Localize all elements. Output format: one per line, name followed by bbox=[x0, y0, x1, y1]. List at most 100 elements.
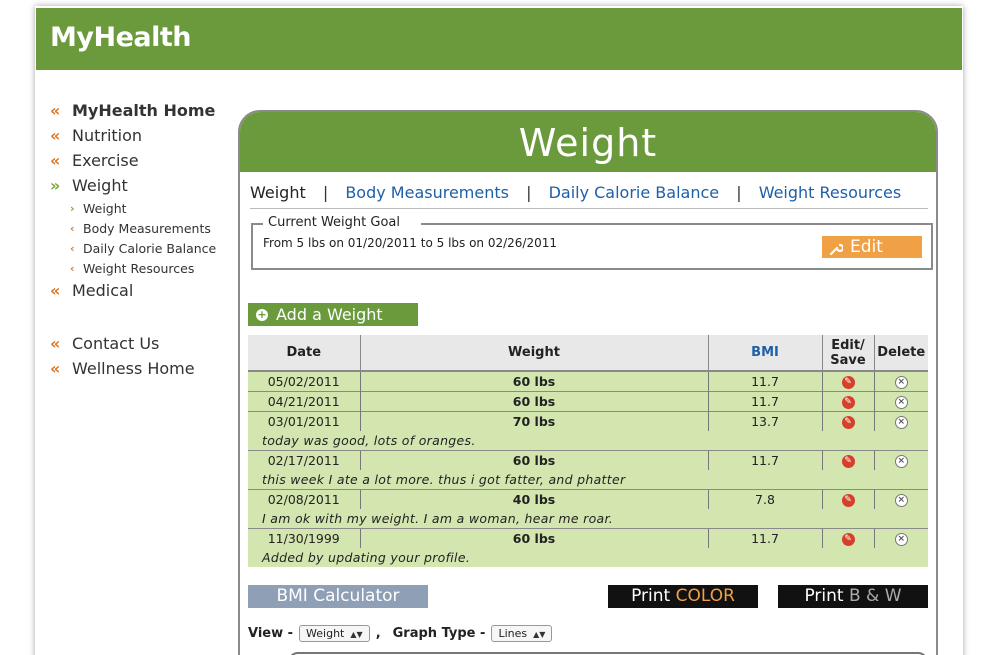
cell-bmi: 11.7 bbox=[707, 370, 822, 391]
table-header-row: Date Weight BMI Edit/Save Delete bbox=[248, 335, 928, 372]
column-header-edit-save: Edit/Save bbox=[821, 335, 874, 372]
edit-wrench-icon[interactable]: ✎ bbox=[841, 454, 855, 468]
sidebar-subitem-label: Body Measurements bbox=[83, 220, 211, 236]
view-label: View - bbox=[248, 626, 294, 641]
cell-bmi: 11.7 bbox=[707, 527, 822, 548]
cell-edit: ✎ bbox=[821, 449, 874, 470]
view-select-value: Weight bbox=[306, 627, 345, 640]
print-color-button[interactable]: Print COLOR bbox=[608, 585, 758, 608]
chevron-left-icon: ‹ bbox=[70, 261, 75, 275]
cell-bmi: 11.7 bbox=[707, 449, 822, 470]
delete-x-icon[interactable]: × bbox=[894, 375, 908, 389]
tab-separator: | bbox=[526, 183, 532, 202]
chevron-left-icon: « bbox=[50, 126, 60, 145]
cell-delete: × bbox=[873, 527, 928, 548]
cell-edit: ✎ bbox=[821, 370, 874, 391]
sidebar-subitem-label: Weight bbox=[83, 200, 127, 216]
tab-weight-resources[interactable]: Weight Resources bbox=[759, 183, 902, 202]
sidebar-subitem-weight-resources[interactable]: ‹ Weight Resources bbox=[50, 258, 230, 278]
goal-legend: Current Weight Goal bbox=[265, 215, 403, 230]
sidebar-item-contact-us[interactable]: « Contact Us bbox=[50, 331, 230, 356]
graph-type-select[interactable]: Lines ▲▼ bbox=[491, 625, 553, 642]
edit-wrench-icon[interactable]: ✎ bbox=[841, 493, 855, 507]
print-bw-button[interactable]: Print B & W bbox=[778, 585, 928, 608]
sidebar-item-label: Contact Us bbox=[72, 334, 160, 353]
sidebar-item-myhealth-home[interactable]: « MyHealth Home bbox=[50, 98, 230, 123]
add-weight-label: Add a Weight bbox=[276, 305, 383, 324]
sidebar-subitem-body-measurements[interactable]: ‹ Body Measurements bbox=[50, 218, 230, 238]
goal-border bbox=[421, 223, 933, 225]
sidebar-item-label: Weight bbox=[72, 176, 128, 195]
column-header-date: Date bbox=[248, 335, 360, 372]
cell-delete: × bbox=[873, 390, 928, 411]
edit-wrench-icon[interactable]: ✎ bbox=[841, 532, 855, 546]
sidebar-item-label: Medical bbox=[72, 281, 134, 300]
weight-panel: Weight Weight | Body Measurements | Dail… bbox=[238, 110, 938, 655]
sidebar-item-nutrition[interactable]: « Nutrition bbox=[50, 123, 230, 148]
cell-delete: × bbox=[873, 449, 928, 470]
chevron-left-icon: « bbox=[50, 101, 60, 120]
cell-weight: 60 lbs bbox=[359, 370, 708, 391]
chevron-left-icon: ‹ bbox=[70, 241, 75, 255]
site-logo[interactable]: MyHealth bbox=[50, 22, 191, 53]
sidebar-subitem-weight[interactable]: › Weight bbox=[50, 198, 230, 218]
cell-note: today was good, lots of oranges. bbox=[248, 431, 928, 450]
tab-separator: | bbox=[736, 183, 742, 202]
view-select[interactable]: Weight ▲▼ bbox=[299, 625, 370, 642]
column-header-save-line: Save bbox=[830, 352, 866, 368]
table-row: 03/01/2011 70 lbs 13.7 ✎ × bbox=[248, 410, 928, 431]
sidebar-subitem-label: Weight Resources bbox=[83, 260, 195, 276]
delete-x-icon[interactable]: × bbox=[894, 532, 908, 546]
delete-x-icon[interactable]: × bbox=[894, 493, 908, 507]
print-color-accent: COLOR bbox=[675, 586, 735, 606]
delete-x-icon[interactable]: × bbox=[894, 454, 908, 468]
wrench-icon bbox=[829, 240, 845, 262]
table-row: 02/17/2011 60 lbs 11.7 ✎ × bbox=[248, 449, 928, 470]
weight-table: Date Weight BMI Edit/Save Delete 05/02/2… bbox=[248, 335, 928, 567]
cell-note: Added by updating your profile. bbox=[248, 548, 928, 567]
print-bw-accent: B & W bbox=[848, 586, 902, 606]
delete-x-icon[interactable]: × bbox=[894, 395, 908, 409]
tab-daily-calorie-balance[interactable]: Daily Calorie Balance bbox=[549, 183, 720, 202]
edit-goal-label: Edit bbox=[850, 237, 883, 257]
bmi-calculator-button[interactable]: BMI Calculator bbox=[248, 585, 428, 608]
cell-weight: 40 lbs bbox=[359, 488, 708, 509]
sidebar-item-exercise[interactable]: « Exercise bbox=[50, 148, 230, 173]
cell-edit: ✎ bbox=[821, 527, 874, 548]
sidebar-item-weight[interactable]: » Weight bbox=[50, 173, 230, 198]
tab-body-measurements[interactable]: Body Measurements bbox=[345, 183, 509, 202]
column-header-bmi[interactable]: BMI bbox=[707, 335, 822, 372]
edit-wrench-icon[interactable]: ✎ bbox=[841, 375, 855, 389]
delete-x-icon[interactable]: × bbox=[894, 415, 908, 429]
sidebar-item-label: Nutrition bbox=[72, 126, 143, 145]
table-note-row: I am ok with my weight. I am a woman, he… bbox=[248, 509, 928, 528]
edit-wrench-icon[interactable]: ✎ bbox=[841, 395, 855, 409]
edit-wrench-icon[interactable]: ✎ bbox=[841, 415, 855, 429]
sidebar-item-medical[interactable]: « Medical bbox=[50, 278, 230, 303]
cell-note: I am ok with my weight. I am a woman, he… bbox=[248, 509, 928, 528]
chevron-left-icon: « bbox=[50, 281, 60, 300]
column-header-edit-line: Edit/ bbox=[831, 337, 865, 353]
chevron-left-icon: « bbox=[50, 334, 60, 353]
goal-text: From 5 lbs on 01/20/2011 to 5 lbs on 02/… bbox=[263, 236, 558, 250]
controls-comma: , bbox=[375, 626, 381, 641]
table-row: 04/21/2011 60 lbs 11.7 ✎ × bbox=[248, 390, 928, 411]
sidebar-item-label: MyHealth Home bbox=[72, 101, 216, 120]
sidebar-item-wellness-home[interactable]: « Wellness Home bbox=[50, 356, 230, 381]
column-header-delete: Delete bbox=[873, 335, 928, 372]
table-note-row: this week I ate a lot more. thus i got f… bbox=[248, 470, 928, 489]
current-weight-goal: Current Weight Goal From 5 lbs on 01/20/… bbox=[251, 215, 933, 270]
tab-weight[interactable]: Weight bbox=[250, 183, 306, 202]
edit-goal-button[interactable]: Edit bbox=[822, 236, 922, 258]
cell-weight: 70 lbs bbox=[359, 410, 708, 431]
sidebar-subitem-daily-calorie-balance[interactable]: ‹ Daily Calorie Balance bbox=[50, 238, 230, 258]
add-weight-button[interactable]: + Add a Weight bbox=[248, 303, 418, 326]
goal-border bbox=[251, 223, 263, 225]
site-header: MyHealth bbox=[36, 8, 962, 70]
graph-type-select-value: Lines bbox=[498, 627, 528, 640]
table-row: 02/08/2011 40 lbs 7.8 ✎ × bbox=[248, 488, 928, 509]
cell-delete: × bbox=[873, 488, 928, 509]
table-row: 05/02/2011 60 lbs 11.7 ✎ × bbox=[248, 370, 928, 391]
cell-weight: 60 lbs bbox=[359, 390, 708, 411]
